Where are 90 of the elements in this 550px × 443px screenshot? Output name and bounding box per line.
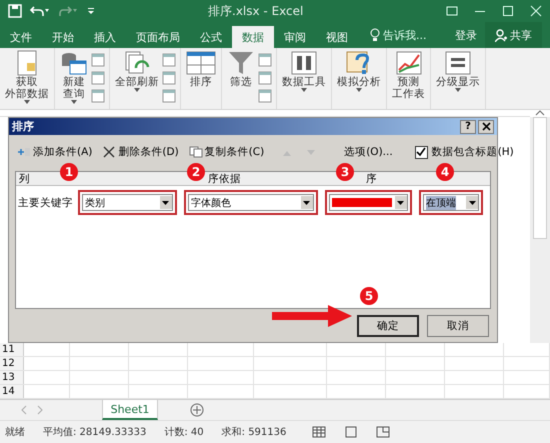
ribbon-tab[interactable]: 插入	[84, 26, 126, 48]
caret-icon	[468, 200, 476, 204]
row-header: 13	[0, 371, 24, 384]
funnel-icon	[227, 50, 255, 76]
ribbon-display-icon[interactable]	[446, 5, 458, 17]
close-icon[interactable]	[530, 5, 542, 17]
save-icon[interactable]	[8, 4, 22, 18]
header-checkbox[interactable]: 数据包含标题(H)	[414, 145, 514, 159]
column-header: 列	[19, 172, 30, 186]
columns-icon	[290, 50, 318, 76]
ribbon-button[interactable]: 分级显示	[434, 50, 482, 107]
sheet-tab[interactable]: Sheet1	[102, 400, 158, 420]
status-stat: 计数: 40	[164, 426, 204, 439]
caret-icon	[397, 200, 404, 204]
small-tool-icon[interactable]	[90, 70, 106, 86]
small-tool-icon[interactable]	[90, 88, 106, 104]
small-tool-icon[interactable]	[257, 70, 273, 86]
sort-icon	[186, 50, 216, 76]
ribbon-tab[interactable]: 文件	[0, 26, 42, 48]
document-icon	[15, 50, 39, 76]
scroll-up-icon[interactable]	[535, 109, 545, 117]
ribbon-tab[interactable]: 页面布局	[126, 26, 190, 48]
page-layout-view-icon[interactable]	[344, 426, 358, 438]
outline-icon	[444, 50, 472, 76]
close-button[interactable]	[478, 120, 494, 134]
database-table-icon	[60, 50, 88, 76]
ok-button[interactable]: 确定	[357, 314, 419, 336]
small-tool-icon[interactable]	[257, 88, 273, 104]
status-stat: 平均值: 28149.33333	[43, 426, 146, 439]
ribbon-tab[interactable]: 开始	[42, 26, 84, 48]
ribbon-button[interactable]: 筛选	[225, 50, 257, 107]
lightbulb-icon	[370, 28, 380, 42]
sort-on-dropdown[interactable]: 字体颜色	[188, 194, 314, 211]
share-button[interactable]: 共享	[485, 22, 542, 48]
ribbon-button[interactable]: 新建 查询	[58, 50, 90, 107]
column-header: 序依据	[208, 172, 241, 186]
row-header: 11	[0, 343, 24, 356]
scrollbar-thumb[interactable]	[533, 117, 547, 239]
cancel-button[interactable]: 取消	[427, 314, 489, 336]
person-icon	[495, 28, 507, 42]
window-title: 排序.xlsx - Excel	[208, 2, 304, 20]
small-tool-icon[interactable]	[161, 52, 177, 68]
cross-icon	[102, 146, 116, 158]
ribbon-button[interactable]: 全部刷新	[113, 50, 161, 107]
row-header: 14	[0, 385, 24, 398]
undo-icon[interactable]	[30, 4, 50, 18]
color-dropdown[interactable]	[328, 194, 408, 211]
add-level-button[interactable]: 添加条件(A)	[15, 145, 94, 159]
checkbox-label: 数据包含标题(H)	[432, 145, 514, 159]
options-button[interactable]: 选项(O)...	[342, 145, 395, 159]
delete-level-button[interactable]: 删除条件(D)	[100, 145, 181, 159]
small-tool-icon[interactable]	[161, 70, 177, 86]
plus-icon	[17, 146, 31, 158]
ribbon-button[interactable]: 排序	[184, 50, 218, 107]
dialog-title: 排序	[12, 119, 35, 134]
column-header: 序	[366, 172, 377, 186]
status-ready: 就绪	[5, 426, 25, 439]
help-button[interactable]: ?	[460, 120, 476, 134]
up-triangle-icon	[282, 148, 292, 156]
copy-level-button[interactable]: 复制条件(C)	[186, 145, 266, 159]
small-tool-icon[interactable]	[161, 88, 177, 104]
caret-icon	[303, 200, 310, 204]
column-dropdown[interactable]: 类别	[82, 194, 173, 211]
copy-icon	[188, 146, 203, 158]
checkbox[interactable]	[414, 146, 428, 158]
normal-view-icon[interactable]	[312, 426, 326, 438]
page-break-view-icon[interactable]	[376, 426, 390, 438]
ribbon-tab[interactable]: 视图	[316, 26, 358, 48]
row-header: 12	[0, 357, 24, 370]
row-label: 主要关键字	[17, 196, 74, 210]
status-stat: 求和: 591136	[222, 426, 286, 439]
refresh-icon	[123, 50, 151, 76]
ribbon-tab[interactable]: 审阅	[274, 26, 316, 48]
maximize-icon[interactable]	[502, 5, 514, 17]
ribbon-button[interactable]: 获取 外部数据	[3, 50, 51, 107]
chart-icon	[394, 50, 422, 76]
position-dropdown[interactable]: 在顶端	[422, 194, 480, 211]
ribbon-tab[interactable]: 公式	[190, 26, 232, 48]
down-triangle-icon	[306, 148, 316, 156]
ribbon-tab[interactable]: 数据	[232, 26, 274, 48]
ribbon-button[interactable]: 模拟分析	[335, 50, 383, 107]
tell-me-field[interactable]: 告诉我...	[383, 28, 443, 42]
caret-icon	[162, 200, 170, 204]
sign-in-link[interactable]: 登录	[455, 28, 477, 42]
close-icon	[482, 122, 490, 131]
ribbon-button[interactable]: 数据工具	[280, 50, 328, 107]
small-tool-icon[interactable]	[90, 52, 106, 68]
add-sheet-icon[interactable]	[190, 403, 204, 417]
ribbon-button[interactable]: 预测 工作表	[390, 50, 427, 107]
small-tool-icon[interactable]	[257, 52, 273, 68]
